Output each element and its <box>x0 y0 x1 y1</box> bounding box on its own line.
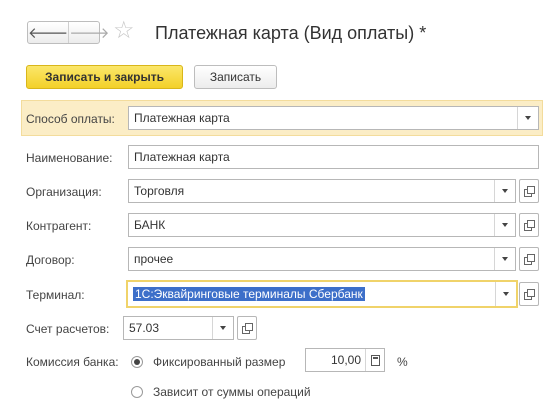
radio-fixed-amount[interactable] <box>131 356 143 368</box>
dropdown-arrow-icon[interactable] <box>517 107 538 129</box>
calculator-icon[interactable] <box>365 349 384 371</box>
dropdown-arrow-icon[interactable] <box>494 214 515 236</box>
open-icon <box>524 186 535 197</box>
open-icon <box>524 289 535 300</box>
organization-label: Организация: <box>26 185 102 199</box>
settlement-account-select[interactable]: 57.03 <box>123 316 234 340</box>
counterparty-label: Контрагент: <box>26 219 92 233</box>
forward-arrow-icon[interactable]: 🡒 <box>68 22 109 43</box>
contract-label: Договор: <box>26 253 75 267</box>
counterparty-select[interactable]: БАНК <box>128 213 516 237</box>
favorite-star-icon[interactable]: ☆ <box>113 17 135 45</box>
payment-method-select[interactable]: Платежная карта <box>128 106 539 130</box>
page-title: Платежная карта (Вид оплаты) * <box>155 23 427 43</box>
counterparty-value: БАНК <box>134 218 166 232</box>
contract-select[interactable]: прочее <box>128 247 516 271</box>
payment-method-value: Платежная карта <box>134 111 230 125</box>
open-settlement-account-button[interactable] <box>237 316 257 340</box>
organization-select[interactable]: Торговля <box>128 179 516 203</box>
bank-commission-label: Комиссия банка: <box>26 355 119 369</box>
open-organization-button[interactable] <box>519 179 539 203</box>
terminal-value: 1С:Эквайринговые терминалы Сбербанк <box>128 287 495 301</box>
dropdown-arrow-icon[interactable] <box>494 248 515 270</box>
name-value: Платежная карта <box>134 150 230 164</box>
dropdown-arrow-icon[interactable] <box>212 317 233 339</box>
open-icon <box>524 254 535 265</box>
dropdown-arrow-icon[interactable] <box>494 180 515 202</box>
organization-value: Торговля <box>134 184 185 198</box>
payment-method-label: Способ оплаты: <box>26 112 115 126</box>
terminal-label: Терминал: <box>26 288 85 302</box>
open-icon <box>524 220 535 231</box>
navigation-buttons: 🡐 🡒 <box>27 21 109 44</box>
terminal-selected-text: 1С:Эквайринговые терминалы Сбербанк <box>133 287 365 301</box>
settlement-account-label: Счет расчетов: <box>26 322 110 336</box>
settlement-account-value: 57.03 <box>129 321 160 335</box>
dropdown-arrow-icon[interactable] <box>495 282 516 306</box>
commission-fixed-input[interactable]: 10,00 <box>305 348 385 372</box>
terminal-select[interactable]: 1С:Эквайринговые терминалы Сбербанк <box>126 280 518 308</box>
back-arrow-icon[interactable]: 🡐 <box>28 22 68 43</box>
radio-fixed-amount-label[interactable]: Фиксированный размер <box>153 355 285 369</box>
open-counterparty-button[interactable] <box>519 213 539 237</box>
name-input[interactable]: Платежная карта <box>128 145 539 169</box>
save-button[interactable]: Записать <box>194 65 277 89</box>
percent-sign: % <box>397 355 408 369</box>
contract-value: прочее <box>134 252 174 266</box>
save-and-close-button[interactable]: Записать и закрыть <box>26 65 183 89</box>
radio-depends-on-amount-label[interactable]: Зависит от суммы операций <box>153 385 311 399</box>
commission-fixed-value: 10,00 <box>330 353 361 367</box>
open-icon <box>242 323 253 334</box>
open-contract-button[interactable] <box>519 247 539 271</box>
name-label: Наименование: <box>26 151 113 165</box>
open-terminal-button[interactable] <box>519 282 539 306</box>
radio-depends-on-amount[interactable] <box>131 386 143 398</box>
